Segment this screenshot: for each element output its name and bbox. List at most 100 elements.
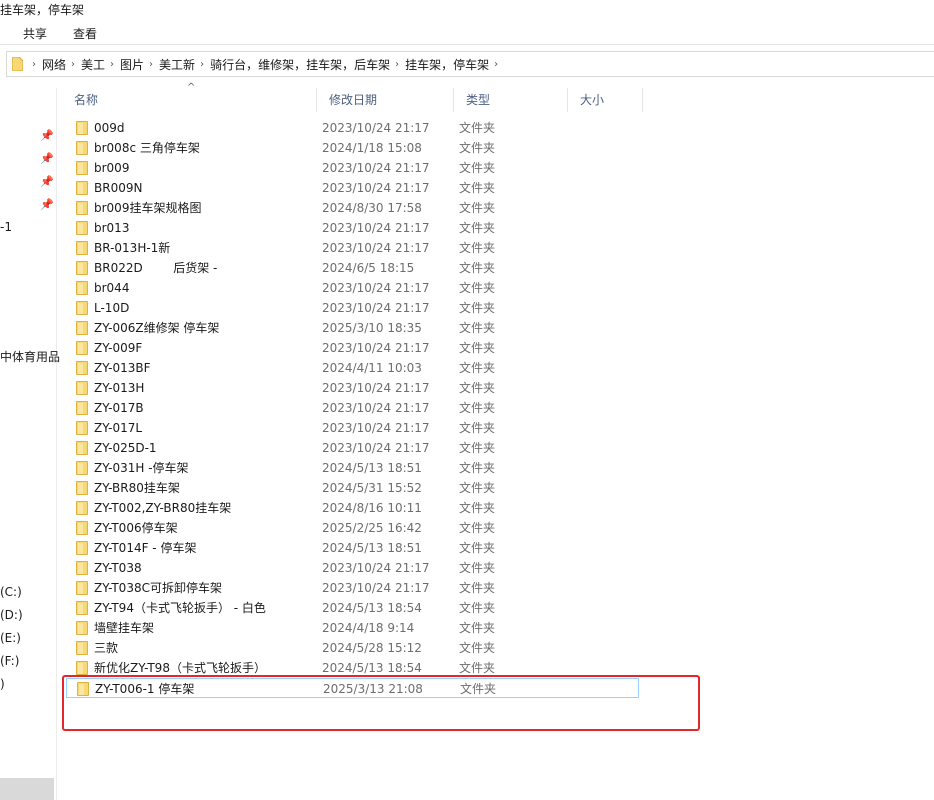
address-bar[interactable]: › 网络 › 美工 › 图片 › 美工新 › 骑行台，维修架，挂车架，后车架 ›… bbox=[6, 51, 934, 77]
file-name: ZY-009F bbox=[94, 341, 143, 355]
file-modified-date: 2023/10/24 21:17 bbox=[322, 301, 430, 315]
file-name: ZY-017B bbox=[94, 401, 144, 415]
file-row[interactable]: 三款 2024/5/28 15:12 文件夹 bbox=[66, 638, 639, 658]
pin-icon[interactable]: 📌 bbox=[40, 176, 54, 188]
file-name: ZY-T038 bbox=[94, 561, 142, 575]
file-name: br044 bbox=[94, 281, 130, 295]
file-type: 文件夹 bbox=[459, 601, 496, 615]
file-row[interactable]: BR009N 2023/10/24 21:17 文件夹 bbox=[66, 178, 639, 198]
file-name: ZY-T002,ZY-BR80挂车架 bbox=[94, 501, 232, 515]
file-row[interactable]: ZY-017B 2023/10/24 21:17 文件夹 bbox=[66, 398, 639, 418]
file-modified-date: 2024/1/18 15:08 bbox=[322, 141, 422, 155]
file-modified-date: 2024/5/13 18:51 bbox=[322, 541, 422, 555]
file-row[interactable]: ZY-T006停车架 2025/2/25 16:42 文件夹 bbox=[66, 518, 639, 538]
column-header-size[interactable]: 大小 bbox=[568, 88, 643, 112]
file-modified-date: 2023/10/24 21:17 bbox=[322, 561, 430, 575]
file-name: ZY-T038C可拆卸停车架 bbox=[94, 581, 222, 595]
file-type: 文件夹 bbox=[459, 381, 496, 395]
chevron-right-icon[interactable]: › bbox=[32, 59, 36, 70]
breadcrumb-images[interactable]: 图片 bbox=[120, 56, 144, 73]
nav-item-drive-f[interactable]: (F:) bbox=[0, 654, 19, 668]
folder-icon bbox=[76, 241, 88, 255]
file-row[interactable]: ZY-013BF 2024/4/11 10:03 文件夹 bbox=[66, 358, 639, 378]
folder-icon bbox=[76, 141, 88, 155]
navigation-pane[interactable] bbox=[0, 88, 57, 800]
file-type: 文件夹 bbox=[459, 581, 496, 595]
file-type: 文件夹 bbox=[459, 521, 496, 535]
nav-item[interactable]: 中体育用品 bbox=[0, 348, 60, 365]
nav-item-drive-c[interactable]: (C:) bbox=[0, 585, 22, 599]
file-row[interactable]: ZY-017L 2023/10/24 21:17 文件夹 bbox=[66, 418, 639, 438]
pin-icon[interactable]: 📌 bbox=[40, 153, 54, 165]
file-type: 文件夹 bbox=[459, 561, 496, 575]
file-type: 文件夹 bbox=[459, 121, 496, 135]
file-row[interactable]: 墙壁挂车架 2024/4/18 9:14 文件夹 bbox=[66, 618, 639, 638]
file-row[interactable]: br044 2023/10/24 21:17 文件夹 bbox=[66, 278, 639, 298]
file-row[interactable]: ZY-T94（卡式飞轮扳手） - 白色 2024/5/13 18:54 文件夹 bbox=[66, 598, 639, 618]
file-modified-date: 2024/5/13 18:51 bbox=[322, 461, 422, 475]
file-modified-date: 2024/8/16 10:11 bbox=[322, 501, 422, 515]
file-row[interactable]: ZY-009F 2023/10/24 21:17 文件夹 bbox=[66, 338, 639, 358]
file-type: 文件夹 bbox=[459, 481, 496, 495]
column-header-date[interactable]: 修改日期 bbox=[317, 88, 454, 112]
chevron-right-icon[interactable]: › bbox=[110, 59, 114, 70]
file-row[interactable]: ZY-006Z维修架 停车架 2025/3/10 18:35 文件夹 bbox=[66, 318, 639, 338]
breadcrumb-racks[interactable]: 骑行台，维修架，挂车架，后车架 bbox=[210, 56, 390, 73]
nav-item[interactable]: -1 bbox=[0, 220, 12, 234]
tab-share[interactable]: 共享 bbox=[19, 23, 51, 44]
file-row[interactable]: ZY-T002,ZY-BR80挂车架 2024/8/16 10:11 文件夹 bbox=[66, 498, 639, 518]
file-type: 文件夹 bbox=[459, 201, 496, 215]
file-row[interactable]: BR022D 后货架 - 2024/6/5 18:15 文件夹 bbox=[66, 258, 639, 278]
file-modified-date: 2024/4/11 10:03 bbox=[322, 361, 422, 375]
file-modified-date: 2023/10/24 21:17 bbox=[322, 281, 430, 295]
file-name: br008c 三角停车架 bbox=[94, 141, 200, 155]
chevron-right-icon[interactable]: › bbox=[200, 59, 204, 70]
file-type: 文件夹 bbox=[459, 461, 496, 475]
breadcrumb-network[interactable]: 网络 bbox=[42, 56, 66, 73]
folder-icon bbox=[76, 481, 88, 495]
file-row[interactable]: ZY-T038 2023/10/24 21:17 文件夹 bbox=[66, 558, 639, 578]
tab-view[interactable]: 查看 bbox=[69, 23, 101, 44]
file-modified-date: 2023/10/24 21:17 bbox=[322, 121, 430, 135]
file-name: L-10D bbox=[94, 301, 130, 315]
pin-icon[interactable]: 📌 bbox=[40, 199, 54, 211]
chevron-right-icon[interactable]: › bbox=[395, 59, 399, 70]
nav-item-drive-e[interactable]: (E:) bbox=[0, 631, 21, 645]
breadcrumb-art[interactable]: 美工 bbox=[81, 56, 105, 73]
file-name: ZY-025D-1 bbox=[94, 441, 157, 455]
column-header-name[interactable]: 名称 bbox=[62, 88, 317, 112]
nav-scrollbar[interactable] bbox=[0, 778, 54, 800]
file-row[interactable]: br009挂车架规格图 2024/8/30 17:58 文件夹 bbox=[66, 198, 639, 218]
breadcrumb-art-new[interactable]: 美工新 bbox=[159, 56, 195, 73]
chevron-right-icon[interactable]: › bbox=[71, 59, 75, 70]
folder-icon bbox=[76, 581, 88, 595]
file-row[interactable]: ZY-025D-1 2023/10/24 21:17 文件夹 bbox=[66, 438, 639, 458]
breadcrumb-current[interactable]: 挂车架，停车架 bbox=[405, 56, 489, 73]
file-row[interactable]: ZY-T014F - 停车架 2024/5/13 18:51 文件夹 bbox=[66, 538, 639, 558]
file-row[interactable]: ZY-031H -停车架 2024/5/13 18:51 文件夹 bbox=[66, 458, 639, 478]
file-row[interactable]: BR-013H-1新 2023/10/24 21:17 文件夹 bbox=[66, 238, 639, 258]
file-modified-date: 2023/10/24 21:17 bbox=[322, 161, 430, 175]
file-type: 文件夹 bbox=[459, 161, 496, 175]
file-row[interactable]: ZY-013H 2023/10/24 21:17 文件夹 bbox=[66, 378, 639, 398]
file-row[interactable]: 009d 2023/10/24 21:17 文件夹 bbox=[66, 118, 639, 138]
file-modified-date: 2023/10/24 21:17 bbox=[322, 181, 430, 195]
file-row[interactable]: L-10D 2023/10/24 21:17 文件夹 bbox=[66, 298, 639, 318]
nav-item-drive-d[interactable]: (D:) bbox=[0, 608, 23, 622]
file-type: 文件夹 bbox=[459, 321, 496, 335]
file-row[interactable]: br013 2023/10/24 21:17 文件夹 bbox=[66, 218, 639, 238]
folder-icon bbox=[76, 221, 88, 235]
file-row[interactable]: ZY-BR80挂车架 2024/5/31 15:52 文件夹 bbox=[66, 478, 639, 498]
file-name: BR009N bbox=[94, 181, 143, 195]
file-type: 文件夹 bbox=[459, 441, 496, 455]
file-row[interactable]: br009 2023/10/24 21:17 文件夹 bbox=[66, 158, 639, 178]
pin-icon[interactable]: 📌 bbox=[40, 130, 54, 142]
file-row[interactable]: br008c 三角停车架 2024/1/18 15:08 文件夹 bbox=[66, 138, 639, 158]
folder-icon bbox=[76, 401, 88, 415]
chevron-right-icon[interactable]: › bbox=[494, 59, 498, 70]
nav-item[interactable]: ) bbox=[0, 677, 5, 691]
chevron-right-icon[interactable]: › bbox=[149, 59, 153, 70]
file-row[interactable]: ZY-T038C可拆卸停车架 2023/10/24 21:17 文件夹 bbox=[66, 578, 639, 598]
file-name: 墙壁挂车架 bbox=[94, 621, 155, 635]
column-header-type[interactable]: 类型 bbox=[454, 88, 568, 112]
